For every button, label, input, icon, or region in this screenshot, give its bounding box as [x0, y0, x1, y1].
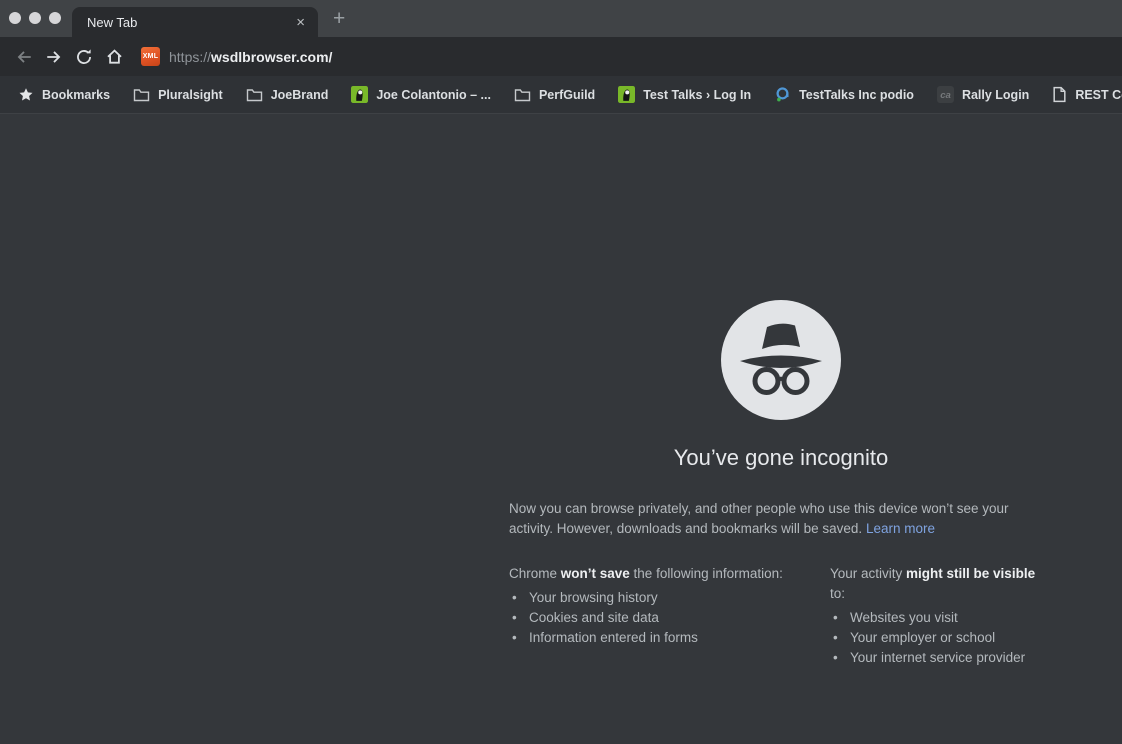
bookmark-label: PerfGuild [538, 87, 596, 102]
bookmark-item-perfguild[interactable]: PerfGuild [504, 84, 608, 106]
still-visible-column: Your activity might still be visible to:… [830, 564, 1049, 668]
url-scheme: https:// [169, 48, 212, 65]
bookmark-item-pluralsight[interactable]: Pluralsight [123, 84, 236, 106]
list-item: Cookies and site data [509, 608, 830, 628]
reload-button[interactable] [69, 42, 99, 72]
window-minimize-button[interactable] [29, 12, 41, 24]
site-favicon-xml: XML [141, 47, 160, 66]
reload-icon [77, 48, 91, 64]
bookmark-item-joe-colantonio[interactable]: Joe Colantonio – ... [341, 82, 504, 107]
info-columns: Chrome won’t save the following informat… [509, 564, 1049, 668]
folder-icon [246, 88, 262, 101]
window-close-button[interactable] [9, 12, 21, 24]
incognito-description: Now you can browse privately, and other … [509, 499, 1033, 539]
tab-title: New Tab [87, 14, 138, 30]
list-item: Your browsing history [509, 588, 830, 608]
window-titlebar: New Tab × + [0, 0, 1122, 37]
home-button[interactable] [99, 42, 129, 72]
list-item: Your employer or school [830, 628, 1049, 648]
still-visible-header: Your activity might still be visible to: [830, 566, 1036, 601]
folder-icon [133, 88, 150, 101]
bookmark-item-rest-console[interactable]: REST Console [1042, 82, 1122, 107]
bookmark-item-rally-login[interactable]: ca Rally Login [927, 82, 1042, 107]
star-icon [19, 87, 33, 100]
bookmarks-bar: Bookmarks Pluralsight JoeBrand Joe Colan… [0, 76, 1122, 114]
list-item: Your internet service provider [830, 648, 1049, 668]
forward-arrow-icon [47, 50, 61, 63]
bookmark-label: REST Console [1075, 87, 1122, 102]
browser-toolbar: XML https://wsdlbrowser.com/ [0, 37, 1122, 76]
page-title: You’ve gone incognito [673, 445, 889, 470]
forward-button[interactable] [39, 42, 69, 72]
tab-close-icon[interactable]: × [293, 15, 308, 30]
folder-icon [514, 88, 531, 101]
back-arrow-icon [17, 50, 31, 63]
podio-icon [776, 87, 789, 102]
bookmark-label: TestTalks Inc podio [799, 87, 914, 102]
list-item: Websites you visit [830, 608, 1049, 628]
ca-icon: ca [936, 86, 954, 103]
window-zoom-button[interactable] [49, 12, 61, 24]
bookmark-item-joebrand[interactable]: JoeBrand [236, 84, 342, 106]
bookmark-label: Rally Login [961, 87, 1030, 102]
new-tab-button[interactable]: + [327, 5, 351, 33]
back-button[interactable] [9, 42, 39, 72]
bookmark-label: Joe Colantonio – ... [376, 87, 491, 102]
svg-text:ca: ca [940, 90, 951, 101]
bookmark-item-test-talks-login[interactable]: Test Talks › Log In [608, 82, 764, 107]
bookmark-item-testtalks-podio[interactable]: TestTalks Inc podio [764, 82, 927, 107]
still-visible-list: Websites you visit Your employer or scho… [830, 608, 1049, 668]
tab-new-tab[interactable]: New Tab × [72, 7, 318, 37]
list-item: Information entered in forms [509, 628, 830, 648]
wont-save-list: Your browsing history Cookies and site d… [509, 588, 830, 648]
address-bar[interactable]: https://wsdlbrowser.com/ [169, 49, 332, 65]
traffic-lights [9, 12, 61, 24]
bookmark-label: JoeBrand [270, 87, 329, 102]
url-host: wsdlbrowser.com/ [211, 48, 333, 65]
wont-save-column: Chrome won’t save the following informat… [509, 564, 830, 668]
document-icon [1053, 86, 1066, 103]
learn-more-link[interactable]: Learn more [866, 521, 935, 536]
home-icon [106, 49, 122, 64]
bookmark-item-bookmarks[interactable]: Bookmarks [8, 83, 123, 107]
green-avatar-icon [618, 86, 636, 103]
bookmark-label: Test Talks › Log In [643, 87, 752, 102]
bookmark-label: Pluralsight [158, 87, 223, 102]
incognito-spy-icon [721, 300, 841, 420]
bookmark-label: Bookmarks [42, 87, 111, 102]
wont-save-header: Chrome won’t save the following informat… [509, 566, 783, 581]
incognito-page: You’ve gone incognito Now you can browse… [0, 114, 1122, 744]
green-avatar-icon [351, 86, 369, 103]
